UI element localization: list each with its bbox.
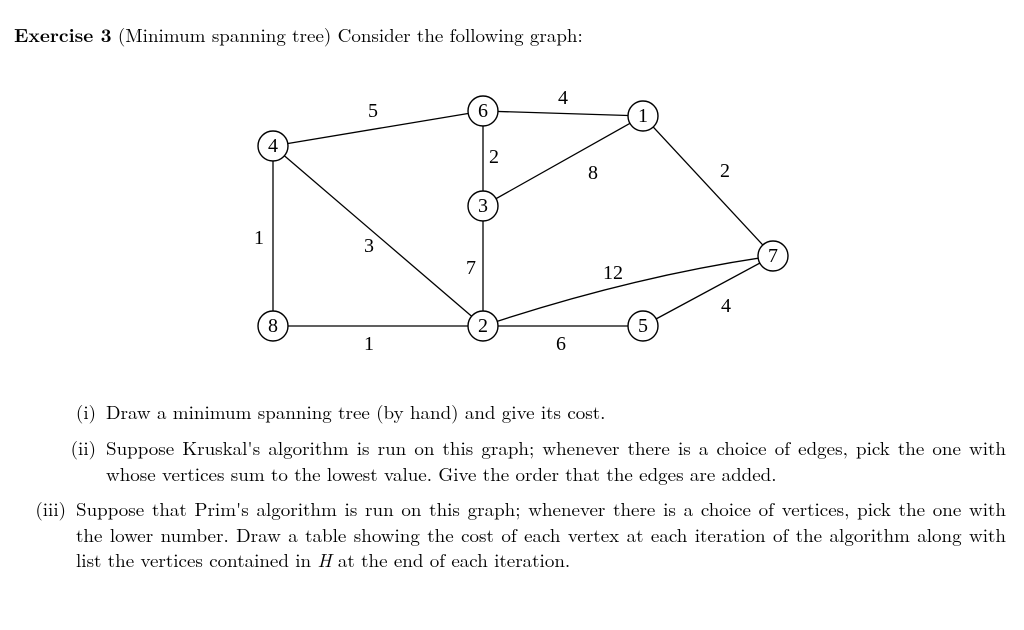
svg-text:4: 4 bbox=[268, 135, 278, 157]
questions-list: (i) Draw a minimum spanning tree (by han… bbox=[50, 399, 1006, 573]
question-iii: (iii) Suppose that Prim's algorithm is r… bbox=[18, 496, 1006, 573]
question-text: Suppose Kruskal's algorithm is run on th… bbox=[106, 435, 1006, 486]
edge-4-2 bbox=[273, 146, 483, 326]
svg-text:7: 7 bbox=[768, 245, 778, 267]
question-text: Suppose that Prim's algorithm is run on … bbox=[76, 496, 1006, 573]
node-4: 4 bbox=[258, 131, 288, 161]
edge-4-6 bbox=[273, 111, 483, 146]
weight-3-1: 8 bbox=[588, 162, 598, 184]
weight-2-7: 12 bbox=[603, 262, 623, 284]
question-number: (ii) bbox=[50, 435, 106, 461]
node-2: 2 bbox=[468, 311, 498, 341]
question-i: (i) Draw a minimum spanning tree (by han… bbox=[50, 399, 1006, 425]
node-3: 3 bbox=[468, 191, 498, 221]
node-6: 6 bbox=[468, 96, 498, 126]
svg-text:6: 6 bbox=[478, 100, 488, 122]
exercise-prompt: Consider the following graph: bbox=[338, 21, 583, 48]
weight-4-6: 5 bbox=[368, 100, 378, 122]
exercise-header: Exercise 3 (Minimum spanning tree) Consi… bbox=[14, 22, 1012, 48]
question-ii: (ii) Suppose Kruskal's algorithm is run … bbox=[50, 435, 1006, 486]
weight-2-5: 6 bbox=[556, 333, 566, 355]
weight-4-8: 1 bbox=[254, 227, 264, 249]
weight-6-1: 4 bbox=[558, 87, 568, 109]
weight-3-2: 7 bbox=[466, 257, 476, 279]
node-5: 5 bbox=[628, 311, 658, 341]
variable-H: H bbox=[317, 546, 331, 573]
edge-6-1 bbox=[483, 111, 643, 116]
svg-text:2: 2 bbox=[478, 315, 488, 337]
exercise-paren: (Minimum spanning tree) bbox=[118, 21, 331, 48]
graph-svg: 5 4 2 2 8 1 3 7 12 4 1 6 4 6 1 7 5 2 8 3 bbox=[213, 66, 813, 366]
question-number: (i) bbox=[50, 399, 106, 425]
weight-4-2: 3 bbox=[364, 235, 374, 257]
node-7: 7 bbox=[758, 241, 788, 271]
node-1: 1 bbox=[628, 101, 658, 131]
svg-text:5: 5 bbox=[638, 315, 648, 337]
question-number: (iii) bbox=[18, 496, 76, 522]
weight-1-7: 2 bbox=[720, 160, 730, 182]
weight-8-2: 1 bbox=[364, 333, 374, 355]
exercise-number: Exercise 3 bbox=[14, 20, 112, 48]
weight-5-7: 4 bbox=[721, 295, 731, 317]
graph-figure: 5 4 2 2 8 1 3 7 12 4 1 6 4 6 1 7 5 2 8 3 bbox=[14, 66, 1012, 372]
question-text: Draw a minimum spanning tree (by hand) a… bbox=[106, 399, 1006, 425]
svg-text:1: 1 bbox=[638, 105, 648, 127]
svg-text:8: 8 bbox=[268, 315, 278, 337]
edge-3-1 bbox=[483, 116, 643, 206]
node-8: 8 bbox=[258, 311, 288, 341]
svg-text:3: 3 bbox=[478, 195, 488, 217]
weight-6-3: 2 bbox=[489, 146, 499, 168]
edge-1-7 bbox=[643, 116, 773, 256]
